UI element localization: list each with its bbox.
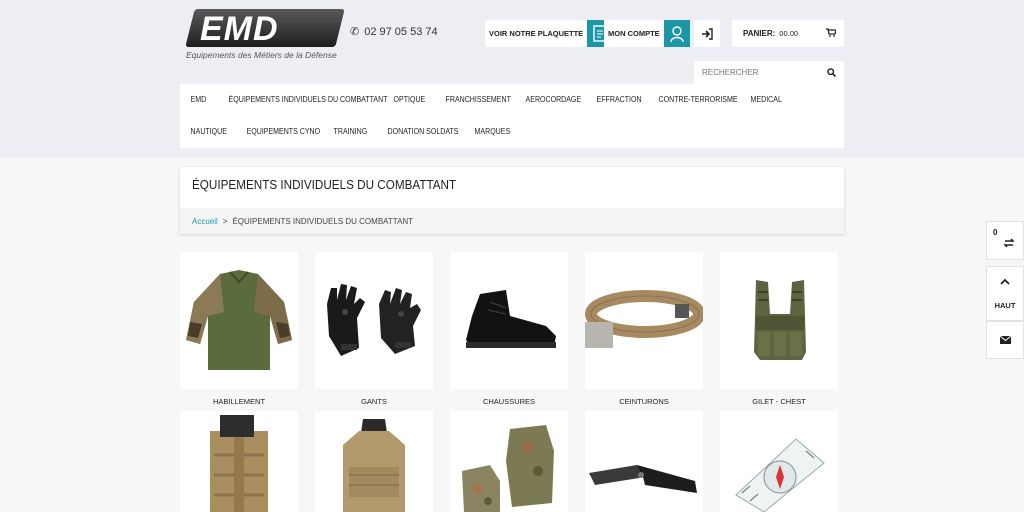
breadcrumb-home-link[interactable]: Accueil xyxy=(192,217,218,226)
nav-item-nautique[interactable]: NAUTIQUE xyxy=(180,127,229,136)
search-placeholder: RECHERCHER xyxy=(702,68,759,77)
compare-icon xyxy=(1003,237,1015,248)
nav-item-optique[interactable]: OPTIQUE xyxy=(383,95,429,104)
nav-item-donation[interactable]: DONATION SOLDATS xyxy=(377,127,459,136)
nav-item-contre-terrorisme[interactable]: CONTRE-TERRORISME xyxy=(648,95,738,104)
cart-button[interactable]: PANIER: 00.00 xyxy=(732,20,844,47)
category-label[interactable]: GANTS xyxy=(315,397,433,406)
phone-icon: ✆ xyxy=(350,26,360,38)
category-card-backpacks[interactable] xyxy=(450,411,568,512)
nav-row-2: NAUTIQUE EQUIPEMENTS CYNO TRAINING DONAT… xyxy=(180,127,524,136)
belt-image xyxy=(585,290,703,348)
back-to-top-button[interactable]: HAUT xyxy=(986,266,1024,321)
page-title: ÉQUIPEMENTS INDIVIDUELS DU COMBATTANT xyxy=(192,177,457,192)
category-card-vests[interactable] xyxy=(315,411,433,512)
contact-mail-button[interactable] xyxy=(986,321,1024,359)
cart-icon xyxy=(826,28,837,39)
gloves-image xyxy=(327,284,421,356)
sign-in-icon xyxy=(702,27,713,40)
category-card-navigation[interactable] xyxy=(720,411,838,512)
brochure-button[interactable]: VOIR NOTRE PLAQUETTE xyxy=(485,20,614,47)
plate-carrier-image xyxy=(343,419,405,512)
nav-item-franchissement[interactable]: FRANCHISSEMENT xyxy=(435,95,511,104)
compare-count: 0 xyxy=(993,228,998,237)
search-input[interactable]: RECHERCHER xyxy=(694,61,844,84)
breadcrumb: Accueil > ÉQUIPEMENTS INDIVIDUELS DU COM… xyxy=(180,208,844,234)
main-navigation: EMD ÉQUIPEMENTS INDIVIDUELS DU COMBATTAN… xyxy=(180,84,844,148)
account-label: MON COMPTE xyxy=(608,29,660,38)
phone-number: 02 97 05 53 74 xyxy=(364,25,438,38)
category-card-chaussures[interactable] xyxy=(450,252,568,389)
category-card-knives[interactable] xyxy=(585,411,703,512)
cart-total: 00.00 xyxy=(779,29,799,38)
nav-item-cyno[interactable]: EQUIPEMENTS CYNO xyxy=(236,127,321,136)
category-card-gilet-chest[interactable] xyxy=(720,252,838,389)
nav-item-training[interactable]: TRAINING xyxy=(323,127,371,136)
nav-item-marques[interactable]: MARQUES xyxy=(464,127,517,136)
cart-label: PANIER: xyxy=(743,29,776,38)
chest-rig-image xyxy=(754,280,806,360)
nav-row-1: EMD ÉQUIPEMENTS INDIVIDUELS DU COMBATTAN… xyxy=(180,95,790,104)
category-card-gants[interactable] xyxy=(315,252,433,389)
nav-item-medical[interactable]: MEDICAL xyxy=(740,95,784,104)
backpack-image xyxy=(462,425,554,512)
category-card-ceinturons[interactable] xyxy=(585,252,703,389)
mag-pouch-image xyxy=(210,415,268,512)
category-card-pouches[interactable] xyxy=(180,411,298,512)
login-button[interactable] xyxy=(694,20,720,47)
chevron-up-icon xyxy=(1000,278,1010,285)
phone-contact[interactable]: ✆ 02 97 05 53 74 xyxy=(350,25,438,39)
breadcrumb-separator: > xyxy=(222,216,228,226)
nav-item-aerocordage[interactable]: AEROCORDAGE xyxy=(515,95,582,104)
nav-item-equipements[interactable]: ÉQUIPEMENTS INDIVIDUELS DU COMBATTANT xyxy=(218,95,388,104)
category-label[interactable]: CHAUSSURES xyxy=(450,397,568,406)
brochure-label: VOIR NOTRE PLAQUETTE xyxy=(489,29,584,38)
logo-tagline: Equipements des Métiers de la Défense xyxy=(186,50,337,60)
category-card-habillement[interactable] xyxy=(180,252,298,389)
search-icon[interactable] xyxy=(827,68,836,77)
account-button[interactable]: MON COMPTE xyxy=(604,20,690,47)
back-to-top-label: HAUT xyxy=(994,300,1016,310)
nav-item-effraction[interactable]: EFFRACTION xyxy=(586,95,642,104)
envelope-icon xyxy=(999,336,1011,344)
combat-shirt-image xyxy=(186,270,292,370)
category-label[interactable]: GILET - CHEST xyxy=(720,397,838,406)
user-icon xyxy=(663,20,690,47)
compass-image xyxy=(735,438,825,512)
breadcrumb-current: ÉQUIPEMENTS INDIVIDUELS DU COMBATTANT xyxy=(232,216,414,226)
category-label[interactable]: HABILLEMENT xyxy=(180,397,298,406)
logo[interactable]: EMD Equipements des Métiers de la Défens… xyxy=(185,9,345,63)
knife-image xyxy=(589,465,697,493)
boots-image xyxy=(466,290,556,348)
nav-item-emd[interactable]: EMD xyxy=(180,95,213,104)
logo-text: EMD xyxy=(200,10,279,48)
compare-widget[interactable]: 0 xyxy=(986,221,1024,260)
category-label[interactable]: CEINTURONS xyxy=(585,397,703,406)
category-header: ÉQUIPEMENTS INDIVIDUELS DU COMBATTANT Ac… xyxy=(180,167,844,234)
